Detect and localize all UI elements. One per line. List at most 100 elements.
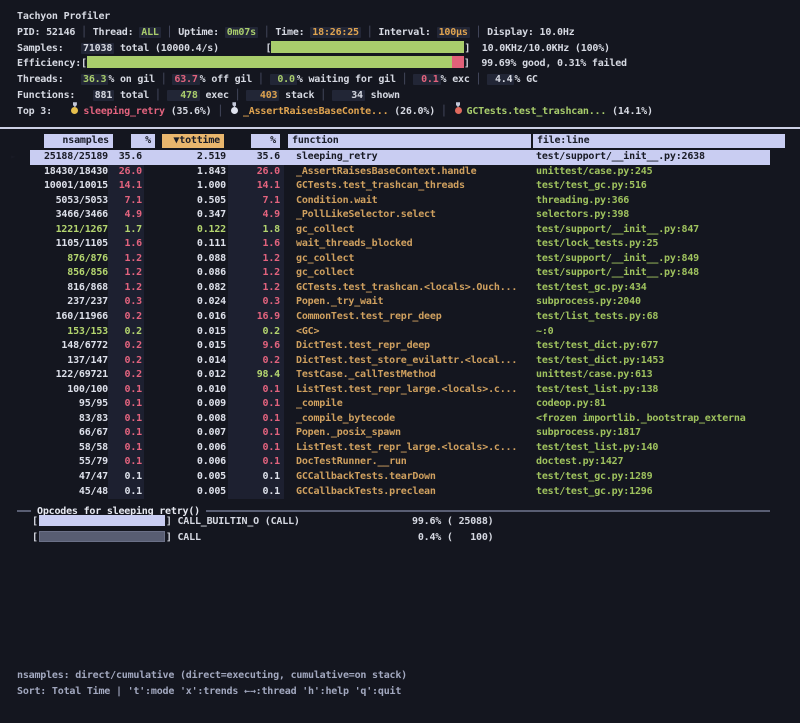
table-row[interactable]: 100/1000.10.0100.1ListTest.test_repr_lar… bbox=[30, 383, 770, 398]
function-cell: GCTests.test_trashcan.<locals>.Ouch... bbox=[296, 281, 536, 296]
status-text: │ bbox=[258, 27, 275, 38]
nsamples-cell: 66/67 bbox=[30, 426, 108, 441]
time-value: 18:26:25 bbox=[310, 27, 361, 38]
cell-gap bbox=[284, 208, 296, 223]
tottime-cell: 0.012 bbox=[144, 368, 228, 383]
cumulative-pct-cell: 1.6 bbox=[228, 237, 284, 252]
nsamples-cell: 55/79 bbox=[30, 455, 108, 470]
opcode-list: [] CALL_BUILTIN_O (CALL)99.6% ( 25088)[]… bbox=[32, 514, 800, 546]
function-cell: DictTest.test_store_evilattr.<local... bbox=[296, 354, 536, 369]
direct-pct-cell: 0.1 bbox=[108, 470, 144, 485]
selected-row-arrow-icon: ► bbox=[11, 150, 16, 165]
table-row[interactable]: 55/790.10.0060.1DocTestRunner.__rundocte… bbox=[30, 455, 770, 470]
column-header-tottime[interactable]: ▼tottime bbox=[162, 134, 224, 148]
samples-line: Samples: 71038 total (10000.4/s) [] 10.0… bbox=[17, 41, 792, 57]
nsamples-cell: 100/100 bbox=[30, 383, 108, 398]
opcode-row: [] CALL_BUILTIN_O (CALL)99.6% ( 25088) bbox=[32, 514, 800, 530]
status-text: stack bbox=[279, 90, 314, 101]
tottime-cell: 0.005 bbox=[144, 470, 228, 485]
file-line-cell: test/test_gc.py:516 bbox=[536, 179, 770, 194]
cell-gap bbox=[284, 194, 296, 209]
status-text: % off gil bbox=[200, 74, 252, 85]
cell-gap bbox=[284, 412, 296, 427]
file-line-cell: test/test_gc.py:434 bbox=[536, 281, 770, 296]
direct-pct-cell: 0.2 bbox=[108, 310, 144, 325]
table-row[interactable]: 237/2370.30.0240.3Popen._try_waitsubproc… bbox=[30, 295, 770, 310]
efficiency-summary: 99.69% good, 0.31% failed bbox=[470, 58, 627, 69]
status-text: │ bbox=[149, 90, 166, 101]
function-cell: DocTestRunner.__run bbox=[296, 455, 536, 470]
direct-pct-cell: 26.0 bbox=[108, 165, 144, 180]
nsamples-cell: 856/856 bbox=[30, 266, 108, 281]
file-line-cell: unittest/case.py:613 bbox=[536, 368, 770, 383]
nsamples-cell: 47/47 bbox=[30, 470, 108, 485]
column-header-file-line[interactable]: file:line bbox=[533, 134, 785, 148]
table-row[interactable]: 18430/1843026.01.84326.0_AssertRaisesBas… bbox=[30, 165, 770, 180]
status-text: │ bbox=[361, 27, 378, 38]
table-row[interactable]: 856/8561.20.0861.2gc_collecttest/support… bbox=[30, 266, 770, 281]
nsamples-cell: 3466/3466 bbox=[30, 208, 108, 223]
nsamples-cell: 137/147 bbox=[30, 354, 108, 369]
table-row[interactable]: 876/8761.20.0881.2gc_collecttest/support… bbox=[30, 252, 770, 267]
top2-name: _AssertRaisesBaseConte... bbox=[243, 106, 389, 117]
tottime-cell: 0.086 bbox=[144, 266, 228, 281]
table-row[interactable]: 58/580.10.0060.1ListTest.test_repr_large… bbox=[30, 441, 770, 456]
cumulative-pct-cell: 14.1 bbox=[228, 179, 284, 194]
file-line-cell: codeop.py:81 bbox=[536, 397, 770, 412]
cell-gap bbox=[284, 252, 296, 267]
table-row[interactable]: 816/8681.20.0821.2GCTests.test_trashcan.… bbox=[30, 281, 770, 296]
top1-name: sleeping_retry bbox=[83, 106, 165, 117]
function-cell: gc_collect bbox=[296, 252, 536, 267]
cell-gap bbox=[284, 310, 296, 325]
nsamples-cell: 1221/1267 bbox=[30, 223, 108, 238]
status-text: total bbox=[114, 90, 149, 101]
samples-bar bbox=[271, 41, 464, 53]
pid-value: 52146 bbox=[46, 27, 75, 38]
table-row[interactable]: 122/697210.20.01298.4TestCase._callTestM… bbox=[30, 368, 770, 383]
cumulative-pct-cell: 7.1 bbox=[228, 194, 284, 209]
table-row[interactable]: 1221/12671.70.1221.8gc_collecttest/suppo… bbox=[30, 223, 770, 238]
file-line-cell: test/test_list.py:140 bbox=[536, 441, 770, 456]
status-text: Time: bbox=[275, 27, 310, 38]
tottime-cell: 0.006 bbox=[144, 455, 228, 470]
status-text: │ bbox=[470, 74, 487, 85]
table-row[interactable]: 5053/50537.10.5057.1Condition.waitthread… bbox=[30, 194, 770, 209]
table-row[interactable]: 66/670.10.0070.1Popen._posix_spawnsubpro… bbox=[30, 426, 770, 441]
table-row[interactable]: 95/950.10.0090.1_compilecodeop.py:81 bbox=[30, 397, 770, 412]
status-text: │ bbox=[211, 106, 228, 117]
table-row[interactable]: 160/119660.20.01616.9CommonTest.test_rep… bbox=[30, 310, 770, 325]
functions-stack: 403 bbox=[246, 90, 279, 101]
status-text: │ bbox=[435, 106, 452, 117]
table-row[interactable]: 148/67720.20.0159.6DictTest.test_repr_de… bbox=[30, 339, 770, 354]
column-header-nsamples[interactable]: nsamples bbox=[44, 134, 113, 148]
top3-pct: (14.1%) bbox=[606, 106, 653, 117]
tottime-cell: 0.014 bbox=[144, 354, 228, 369]
table-row[interactable]: 10001/1001514.11.00014.1GCTests.test_tra… bbox=[30, 179, 770, 194]
file-line-cell: test/test_gc.py:1289 bbox=[536, 470, 770, 485]
file-line-cell: test/support/__init__.py:848 bbox=[536, 266, 770, 281]
on-gil-pct: 36.3 bbox=[81, 74, 108, 85]
status-text: │ bbox=[155, 74, 172, 85]
table-row[interactable]: 83/830.10.0080.1_compile_bytecode<frozen… bbox=[30, 412, 770, 427]
status-text: Uptime: bbox=[178, 27, 225, 38]
file-line-cell: test/lock_tests.py:25 bbox=[536, 237, 770, 252]
direct-pct-cell: 0.2 bbox=[108, 368, 144, 383]
column-header-[interactable]: % bbox=[251, 134, 280, 148]
info-line: PID: 52146 │ Thread: ALL │ Uptime: 0m07s… bbox=[17, 25, 792, 41]
table-row[interactable]: 153/1530.20.0150.2<GC>~:0 bbox=[30, 325, 770, 340]
column-header-function[interactable]: function bbox=[288, 134, 531, 148]
table-row[interactable]: 1105/11051.60.1111.6wait_threads_blocked… bbox=[30, 237, 770, 252]
table-row[interactable]: 137/1470.20.0140.2DictTest.test_store_ev… bbox=[30, 354, 770, 369]
status-text: % exc bbox=[441, 74, 470, 85]
table-row-selected[interactable]: ►25188/2518935.62.51935.6sleeping_retryt… bbox=[30, 150, 770, 165]
divider-line bbox=[206, 510, 770, 512]
table-row[interactable]: 45/480.10.0050.1GCCallbackTests.preclean… bbox=[30, 485, 770, 500]
threads-line: Threads: 36.3% on gil │ 63.7% off gil │ … bbox=[17, 72, 792, 88]
tottime-cell: 1.000 bbox=[144, 179, 228, 194]
nsamples-cell: 25188/25189 bbox=[30, 150, 108, 165]
column-header-[interactable]: % bbox=[131, 134, 155, 148]
tottime-cell: 0.347 bbox=[144, 208, 228, 223]
tottime-cell: 0.006 bbox=[144, 441, 228, 456]
table-row[interactable]: 47/470.10.0050.1GCCallbackTests.tearDown… bbox=[30, 470, 770, 485]
table-row[interactable]: 3466/34664.90.3474.9_PollLikeSelector.se… bbox=[30, 208, 770, 223]
